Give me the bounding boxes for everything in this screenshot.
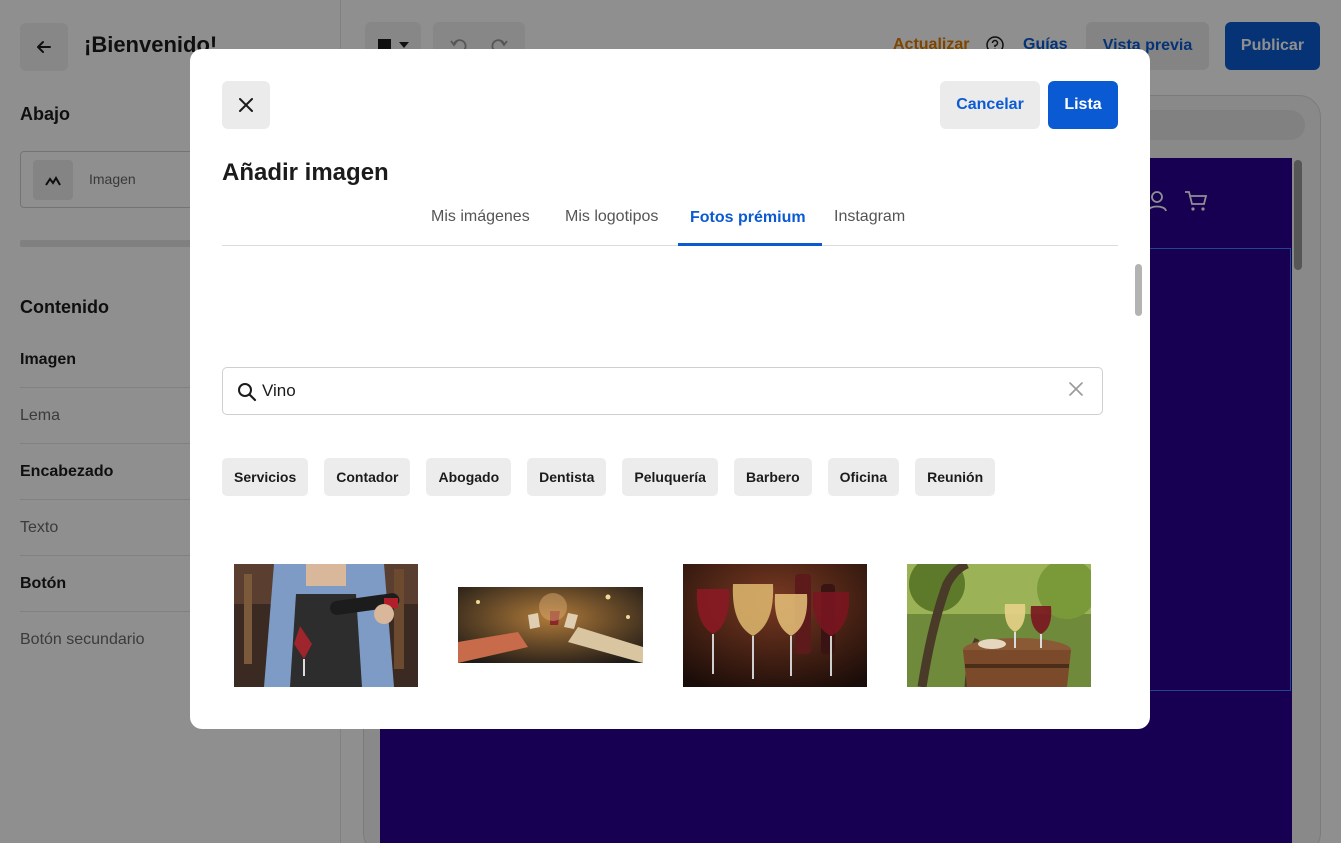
tab-bar: Mis imágenes Mis logotipos Fotos prémium… [222,201,1118,246]
chip-dentist[interactable]: Dentista [527,458,607,496]
chip-lawyer[interactable]: Abogado [426,458,512,496]
scrollbar-thumb[interactable] [1135,264,1142,316]
active-tab-indicator [678,243,822,246]
tab-premium-photos[interactable]: Fotos prémium [690,209,806,227]
tab-my-images[interactable]: Mis imágenes [431,208,530,226]
chip-barber[interactable]: Barbero [733,458,812,496]
photo-friends-toasting-wine[interactable] [458,587,643,663]
chip-meeting[interactable]: Reunión [915,458,996,496]
photo-search [222,367,1103,415]
search-icon [238,383,257,402]
photo-sommelier-pouring-wine[interactable] [234,564,418,687]
close-icon [239,98,253,112]
add-image-modal: Cancelar Lista Añadir imagen Mis imágene… [190,49,1150,729]
done-button[interactable]: Lista [1048,81,1118,129]
suggestion-chips: Servicios Contador Abogado Dentista Pelu… [222,458,996,496]
close-button[interactable] [222,81,270,129]
search-input[interactable] [262,368,1042,414]
tab-my-logos[interactable]: Mis logotipos [565,208,658,226]
chip-services[interactable]: Servicios [222,458,309,496]
photo-wine-glasses-on-barrel[interactable] [907,564,1091,687]
chip-accountant[interactable]: Contador [324,458,411,496]
tab-instagram[interactable]: Instagram [834,208,905,226]
chip-office[interactable]: Oficina [827,458,900,496]
modal-title: Añadir imagen [222,159,389,186]
clear-icon[interactable] [1069,382,1083,396]
chip-hair-salon[interactable]: Peluquería [622,458,718,496]
cancel-button[interactable]: Cancelar [940,81,1040,129]
photo-wine-glasses-row[interactable] [683,564,867,687]
modal-scrollbar[interactable] [1135,264,1143,729]
